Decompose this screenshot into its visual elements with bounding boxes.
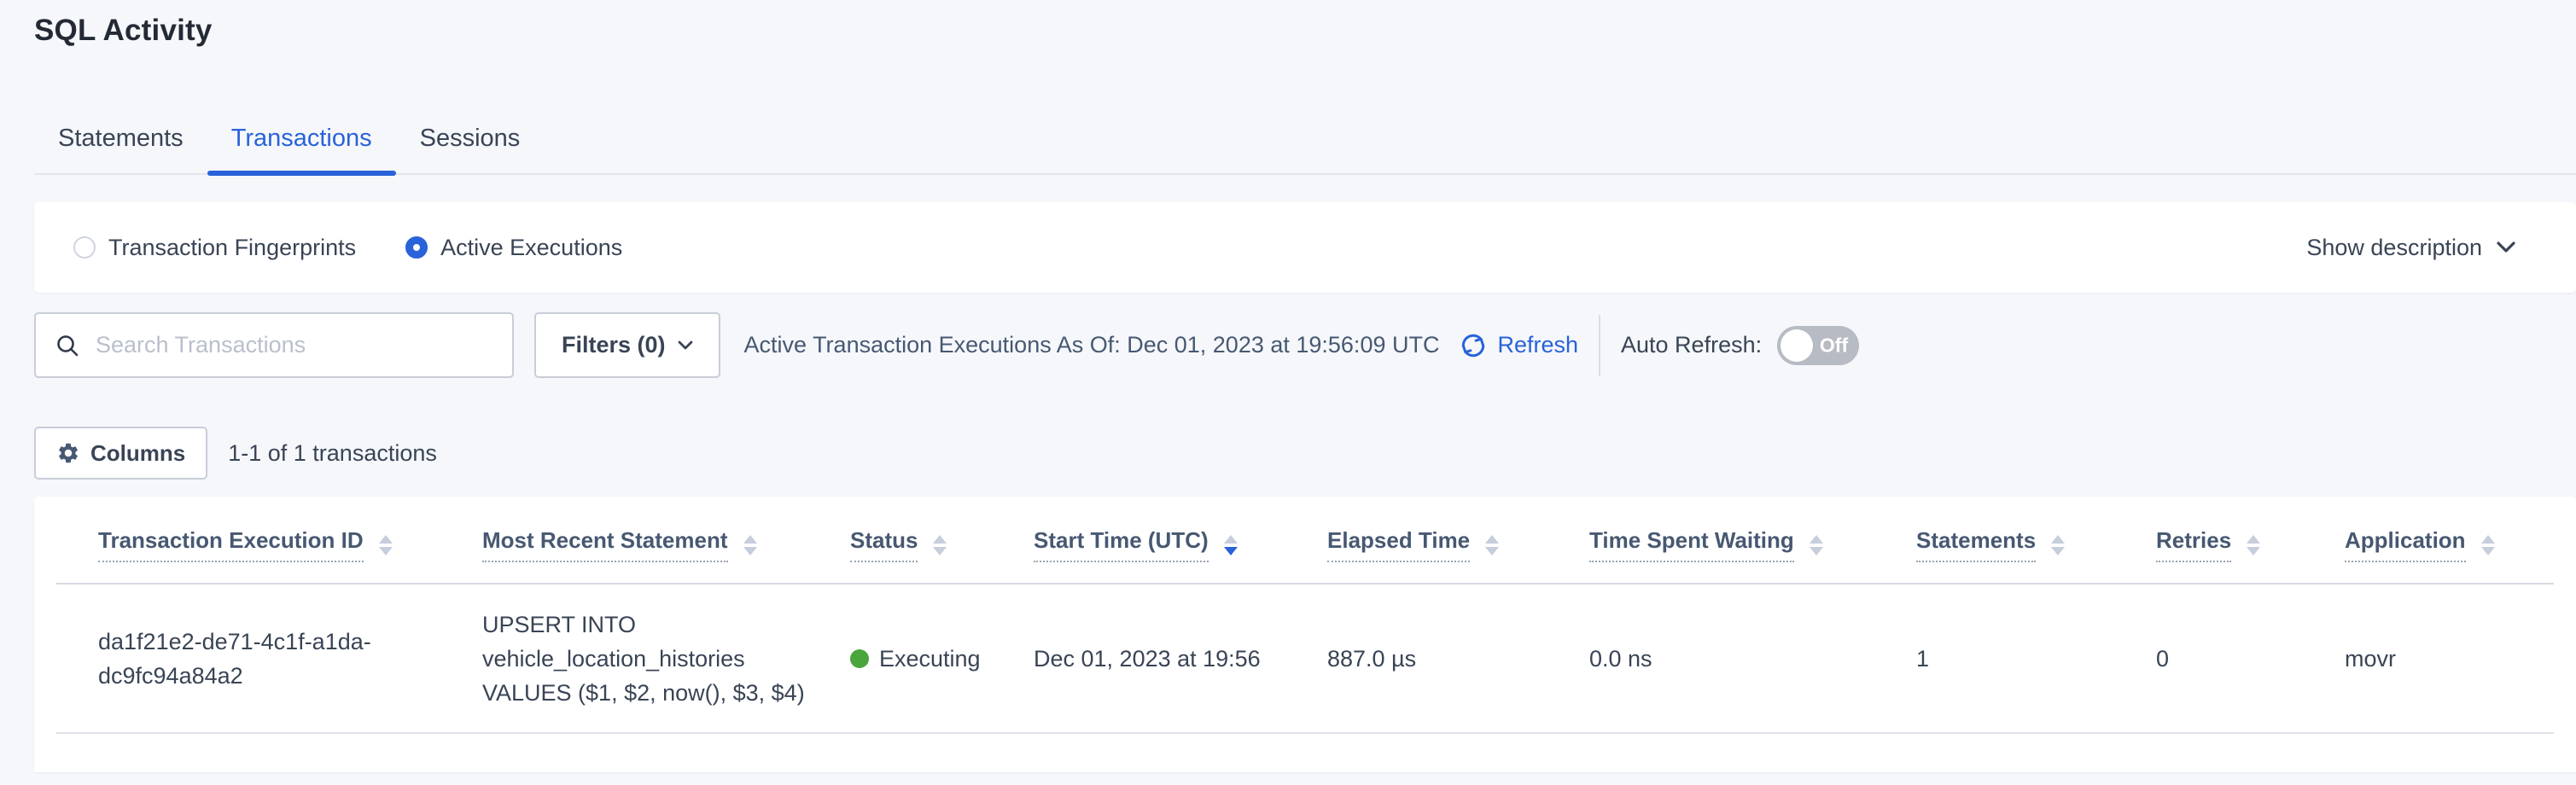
chevron-down-icon: [2496, 241, 2516, 254]
sort-icon: [933, 535, 947, 555]
sort-icon: [379, 535, 393, 555]
tab-sessions[interactable]: Sessions: [396, 109, 545, 173]
tab-statements[interactable]: Statements: [34, 109, 207, 173]
radio-transaction-fingerprints[interactable]: Transaction Fingerprints: [73, 235, 356, 261]
radio-label: Active Executions: [440, 235, 622, 261]
sort-icon: [2481, 535, 2495, 555]
table-row: da1f21e2-de71-4c1f-a1da-dc9fc94a84a2 UPS…: [56, 584, 2554, 733]
search-box: [34, 312, 514, 378]
status-label: Executing: [879, 642, 981, 676]
radio-active-executions[interactable]: Active Executions: [405, 235, 622, 261]
column-header-retries[interactable]: Retries: [2136, 497, 2325, 584]
page-title: SQL Activity: [34, 14, 213, 48]
columns-label: Columns: [90, 440, 185, 467]
refresh-icon: [1458, 330, 1489, 361]
cell-start-time: Dec 01, 2023 at 19:56: [1014, 584, 1308, 733]
toggle-state-label: Off: [1820, 334, 1848, 357]
columns-button[interactable]: Columns: [34, 427, 207, 480]
sort-icon-active-desc: [1224, 535, 1238, 555]
table-header-row: Transaction Execution ID Most Recent Sta…: [56, 497, 2554, 584]
sort-icon: [2247, 535, 2260, 555]
chevron-down-icon: [678, 340, 693, 351]
show-description-label: Show description: [2306, 235, 2482, 261]
column-header-statements[interactable]: Statements: [1897, 497, 2136, 584]
column-header-status[interactable]: Status: [830, 497, 1014, 584]
sort-icon: [743, 535, 757, 555]
column-header-most-recent-statement[interactable]: Most Recent Statement: [463, 497, 830, 584]
toggle-knob: [1780, 329, 1813, 362]
cell-transaction-execution-id: da1f21e2-de71-4c1f-a1da-dc9fc94a84a2: [56, 584, 463, 733]
show-description-toggle[interactable]: Show description: [2306, 235, 2537, 261]
cell-time-spent-waiting: 0.0 ns: [1570, 584, 1897, 733]
sort-icon: [1810, 535, 1823, 555]
auto-refresh-label: Auto Refresh:: [1621, 332, 1762, 358]
column-header-transaction-execution-id[interactable]: Transaction Execution ID: [56, 497, 463, 584]
transactions-table: Transaction Execution ID Most Recent Sta…: [56, 497, 2554, 734]
column-header-time-spent-waiting[interactable]: Time Spent Waiting: [1570, 497, 1897, 584]
cell-statements: 1: [1897, 584, 2136, 733]
auto-refresh-toggle[interactable]: Off: [1777, 326, 1859, 365]
radio-unselected-icon: [73, 236, 96, 259]
cell-application: movr: [2325, 584, 2554, 733]
executing-status-icon: [850, 649, 869, 668]
results-count: 1-1 of 1 transactions: [228, 440, 437, 467]
tab-transactions[interactable]: Transactions: [207, 109, 396, 173]
cell-elapsed-time: 887.0 µs: [1308, 584, 1570, 733]
controls-row: Filters (0) Active Transaction Execution…: [34, 312, 2576, 378]
radio-label: Transaction Fingerprints: [108, 235, 356, 261]
sort-icon: [2051, 535, 2065, 555]
filters-button[interactable]: Filters (0): [534, 312, 720, 378]
cell-status: Executing: [830, 584, 1014, 733]
search-icon: [55, 333, 80, 358]
cell-most-recent-statement: UPSERT INTO vehicle_location_histories V…: [463, 584, 830, 733]
table-toolbar: Columns 1-1 of 1 transactions: [34, 427, 437, 480]
cell-retries: 0: [2136, 584, 2325, 733]
refresh-button[interactable]: Refresh: [1458, 330, 1578, 361]
transactions-table-card: Transaction Execution ID Most Recent Sta…: [34, 497, 2576, 772]
sql-activity-page: SQL Activity Statements Transactions Ses…: [0, 0, 2576, 785]
view-mode-card: Transaction Fingerprints Active Executio…: [34, 202, 2576, 293]
refresh-label: Refresh: [1497, 332, 1578, 358]
search-input[interactable]: [96, 332, 493, 358]
asof-timestamp: Active Transaction Executions As Of: Dec…: [744, 332, 1440, 358]
tab-bar: Statements Transactions Sessions: [34, 109, 2576, 175]
gear-icon: [56, 441, 80, 465]
divider: [1599, 315, 1600, 376]
column-header-application[interactable]: Application: [2325, 497, 2554, 584]
column-header-elapsed-time[interactable]: Elapsed Time: [1308, 497, 1570, 584]
sort-icon: [1485, 535, 1499, 555]
filters-label: Filters (0): [562, 332, 666, 358]
radio-selected-icon: [405, 236, 428, 259]
column-header-start-time[interactable]: Start Time (UTC): [1014, 497, 1308, 584]
